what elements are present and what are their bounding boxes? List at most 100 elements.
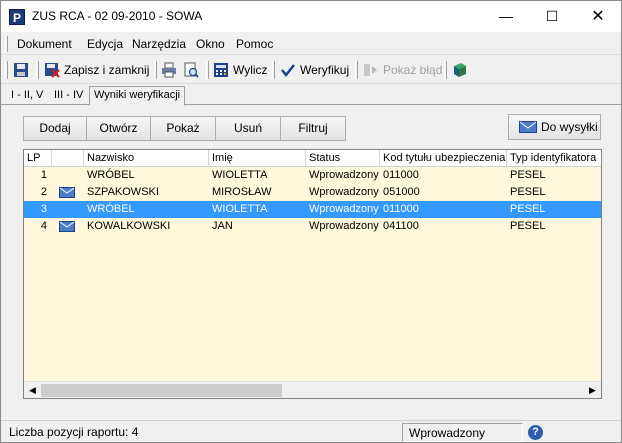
cell-envelope xyxy=(52,184,84,201)
calculator-icon xyxy=(214,63,228,77)
column-header-status[interactable]: Status xyxy=(306,150,380,167)
menu-okno[interactable]: Okno xyxy=(196,37,225,51)
cell-lp: 4 xyxy=(40,220,47,232)
cell-lp: 3 xyxy=(40,203,47,215)
cell-first-name: MIROSŁAW xyxy=(212,186,272,198)
menu-pomoc[interactable]: Pomoc xyxy=(236,37,273,51)
table-row[interactable]: 4 KOWALKOWSKI JAN Wprowadzony 041100 PESEL xyxy=(24,218,601,235)
scroll-right-arrow[interactable]: ▶ xyxy=(584,382,601,398)
status-bar: Liczba pozycji raportu: 4 Wprowadzony ? xyxy=(1,420,621,442)
cell-first-name: WIOLETTA xyxy=(212,203,268,215)
save-button[interactable] xyxy=(13,59,33,81)
menu-edycja[interactable]: Edycja xyxy=(87,37,123,51)
cell-status: Wprowadzony xyxy=(309,203,379,215)
save-close-button[interactable]: Zapisz i zamknij xyxy=(44,59,149,81)
book-button[interactable] xyxy=(452,59,472,81)
cell-lp: 1 xyxy=(40,169,47,181)
tab-strip: I - II, V III - IV Wyniki weryfikacji xyxy=(1,85,621,106)
cell-first-name: JAN xyxy=(212,220,233,232)
cell-surname: WRÓBEL xyxy=(87,169,135,181)
delete-button[interactable]: Usuń xyxy=(215,116,281,141)
table-row[interactable]: 3 WRÓBEL WIOLETTA Wprowadzony 011000 PESEL xyxy=(24,201,601,218)
window-title: ZUS RCA - 02 09-2010 - SOWA xyxy=(32,9,203,23)
print-button[interactable] xyxy=(161,59,181,81)
title-bar[interactable]: P ZUS RCA - 02 09-2010 - SOWA — ☐ ✕ xyxy=(1,1,621,32)
cell-insurance-code: 041100 xyxy=(383,220,419,232)
toolbar-separator xyxy=(154,61,157,79)
column-header-first-name[interactable]: Imię xyxy=(209,150,306,167)
maximize-button[interactable]: ☐ xyxy=(529,1,575,32)
cell-status: Wprowadzony xyxy=(309,186,379,198)
verify-label: Weryfikuj xyxy=(300,63,350,77)
scroll-left-arrow[interactable]: ◀ xyxy=(24,382,41,398)
calculate-button[interactable]: Wylicz xyxy=(213,59,268,81)
cell-insurance-code: 051000 xyxy=(383,186,420,198)
cell-status: Wprowadzony xyxy=(309,169,379,181)
records-grid[interactable]: LP Nazwisko Imię Status Kod tytułu ubezp… xyxy=(23,149,602,399)
add-button[interactable]: Dodaj xyxy=(23,116,87,141)
column-header-id-type[interactable]: Typ identyfikatora xyxy=(507,150,601,167)
cell-id-type: PESEL xyxy=(510,203,546,215)
menu-grip xyxy=(5,36,8,52)
toolbar-separator xyxy=(355,61,358,79)
close-button[interactable]: ✕ xyxy=(575,1,621,32)
cell-id-type: PESEL xyxy=(510,169,546,181)
cell-surname: WRÓBEL xyxy=(87,203,135,215)
menu-dokument[interactable]: Dokument xyxy=(17,37,72,51)
cell-envelope xyxy=(52,167,84,184)
show-error-label: Pokaż błąd xyxy=(383,63,443,77)
envelope-icon xyxy=(59,221,75,232)
column-header-envelope[interactable] xyxy=(52,150,84,167)
minimize-button[interactable]: — xyxy=(483,1,529,32)
scroll-thumb[interactable] xyxy=(41,384,282,397)
tab-section-1-2-5[interactable]: I - II, V xyxy=(7,87,47,105)
column-header-insurance-code[interactable]: Kod tytułu ubezpieczenia xyxy=(380,150,507,167)
cell-envelope xyxy=(52,201,84,218)
toolbar: Zapisz i zamknij Wylicz Weryfikuj Pokaż … xyxy=(1,56,621,84)
save-close-icon xyxy=(45,63,60,78)
print-preview-button[interactable] xyxy=(183,59,203,81)
table-row[interactable]: 1 WRÓBEL WIOLETTA Wprowadzony 011000 PESEL xyxy=(24,167,601,184)
show-button[interactable]: Pokaż xyxy=(150,116,216,141)
document-state: Wprowadzony xyxy=(402,423,523,442)
toolbar-separator xyxy=(444,61,447,79)
open-button[interactable]: Otwórz xyxy=(86,116,151,141)
to-send-button[interactable]: Do wysyłki xyxy=(508,114,601,140)
cell-surname: SZPAKOWSKI xyxy=(87,186,159,198)
toolbar-grip xyxy=(5,61,8,79)
tab-section-3-4[interactable]: III - IV xyxy=(50,87,87,105)
grid-header: LP Nazwisko Imię Status Kod tytułu ubezp… xyxy=(24,150,601,167)
record-count: Liczba pozycji raportu: 4 xyxy=(9,425,139,439)
table-row[interactable]: 2 SZPAKOWSKI MIROSŁAW Wprowadzony 051000 PESE… xyxy=(24,184,601,201)
content-panel: Dodaj Otwórz Pokaż Usuń Filtruj Do wysył… xyxy=(5,106,617,418)
to-send-label: Do wysyłki xyxy=(541,120,598,134)
error-pointer-icon xyxy=(364,64,377,76)
cell-status: Wprowadzony xyxy=(309,220,379,232)
printer-icon xyxy=(162,62,176,78)
menu-bar: Dokument Edycja Narzędzia Okno Pomoc xyxy=(1,33,621,55)
verify-button[interactable]: Weryfikuj xyxy=(280,59,349,81)
help-icon[interactable]: ? xyxy=(528,425,543,440)
cell-id-type: PESEL xyxy=(510,220,546,232)
cell-first-name: WIOLETTA xyxy=(212,169,268,181)
show-error-button[interactable]: Pokaż błąd xyxy=(363,59,442,81)
envelope-icon xyxy=(519,121,537,133)
calculate-label: Wylicz xyxy=(233,63,268,77)
menu-narzedzia[interactable]: Narzędzia xyxy=(132,37,186,51)
column-header-surname[interactable]: Nazwisko xyxy=(84,150,209,167)
print-preview-icon xyxy=(184,62,199,78)
book-icon xyxy=(454,63,466,77)
cell-surname: KOWALKOWSKI xyxy=(87,220,171,232)
horizontal-scrollbar[interactable]: ◀ ▶ xyxy=(24,381,601,398)
tab-verification-results[interactable]: Wyniki weryfikacji xyxy=(89,86,186,106)
save-close-label: Zapisz i zamknij xyxy=(64,63,150,77)
toolbar-separator xyxy=(272,61,275,79)
floppy-icon xyxy=(14,63,28,77)
app-icon: P xyxy=(9,9,25,25)
toolbar-separator xyxy=(206,61,209,79)
column-header-lp[interactable]: LP xyxy=(24,150,52,167)
filter-button[interactable]: Filtruj xyxy=(280,116,346,141)
toolbar-separator xyxy=(36,61,39,79)
main-window: P ZUS RCA - 02 09-2010 - SOWA — ☐ ✕ Doku… xyxy=(0,0,622,443)
cell-insurance-code: 011000 xyxy=(383,169,419,181)
